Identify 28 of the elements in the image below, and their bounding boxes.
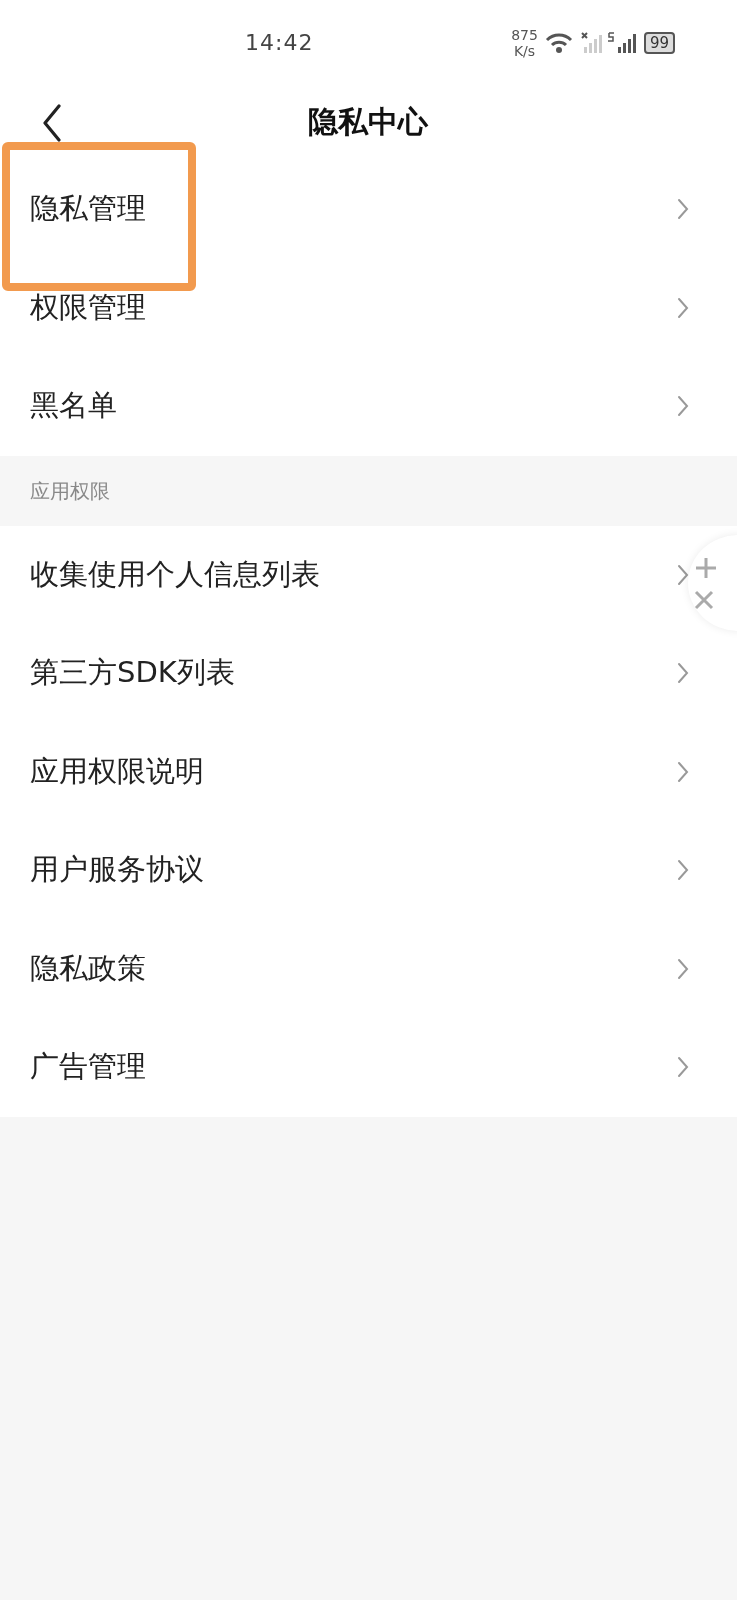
menu-item[interactable]: 广告管理 bbox=[0, 1018, 737, 1117]
chevron-right-icon bbox=[677, 859, 689, 882]
menu-item[interactable]: 第三方SDK列表 bbox=[0, 624, 737, 723]
chevron-right-icon bbox=[677, 1056, 689, 1079]
clock-time: 14:42 bbox=[245, 30, 314, 55]
battery-level: 99 bbox=[643, 31, 675, 54]
chevron-right-icon bbox=[677, 662, 689, 685]
back-button[interactable] bbox=[42, 103, 62, 142]
menu-item[interactable]: 隐私政策 bbox=[0, 919, 737, 1018]
chevron-right-icon bbox=[677, 760, 689, 783]
plus-icon bbox=[694, 556, 718, 580]
signal-icon bbox=[579, 30, 602, 55]
network-speed: 875 K/s bbox=[511, 26, 538, 59]
close-icon bbox=[694, 590, 714, 610]
chevron-right-icon bbox=[677, 563, 689, 586]
chevron-right-icon bbox=[677, 198, 689, 221]
menu-item[interactable]: 权限管理 bbox=[0, 258, 737, 357]
menu-item[interactable]: 用户服务协议 bbox=[0, 821, 737, 920]
chevron-right-icon bbox=[677, 296, 689, 319]
chevron-right-icon bbox=[677, 395, 689, 418]
page-title: 隐私中心 bbox=[307, 103, 429, 141]
menu-item[interactable]: 黑名单 bbox=[0, 357, 737, 456]
menu-item[interactable]: 隐私管理 bbox=[0, 160, 737, 259]
signal-icon bbox=[607, 30, 638, 55]
menu-item[interactable]: 收集使用个人信息列表 bbox=[0, 525, 737, 624]
menu-item[interactable]: 应用权限说明 bbox=[0, 722, 737, 821]
chevron-right-icon bbox=[677, 957, 689, 980]
section-header: 应用权限 bbox=[29, 477, 111, 505]
